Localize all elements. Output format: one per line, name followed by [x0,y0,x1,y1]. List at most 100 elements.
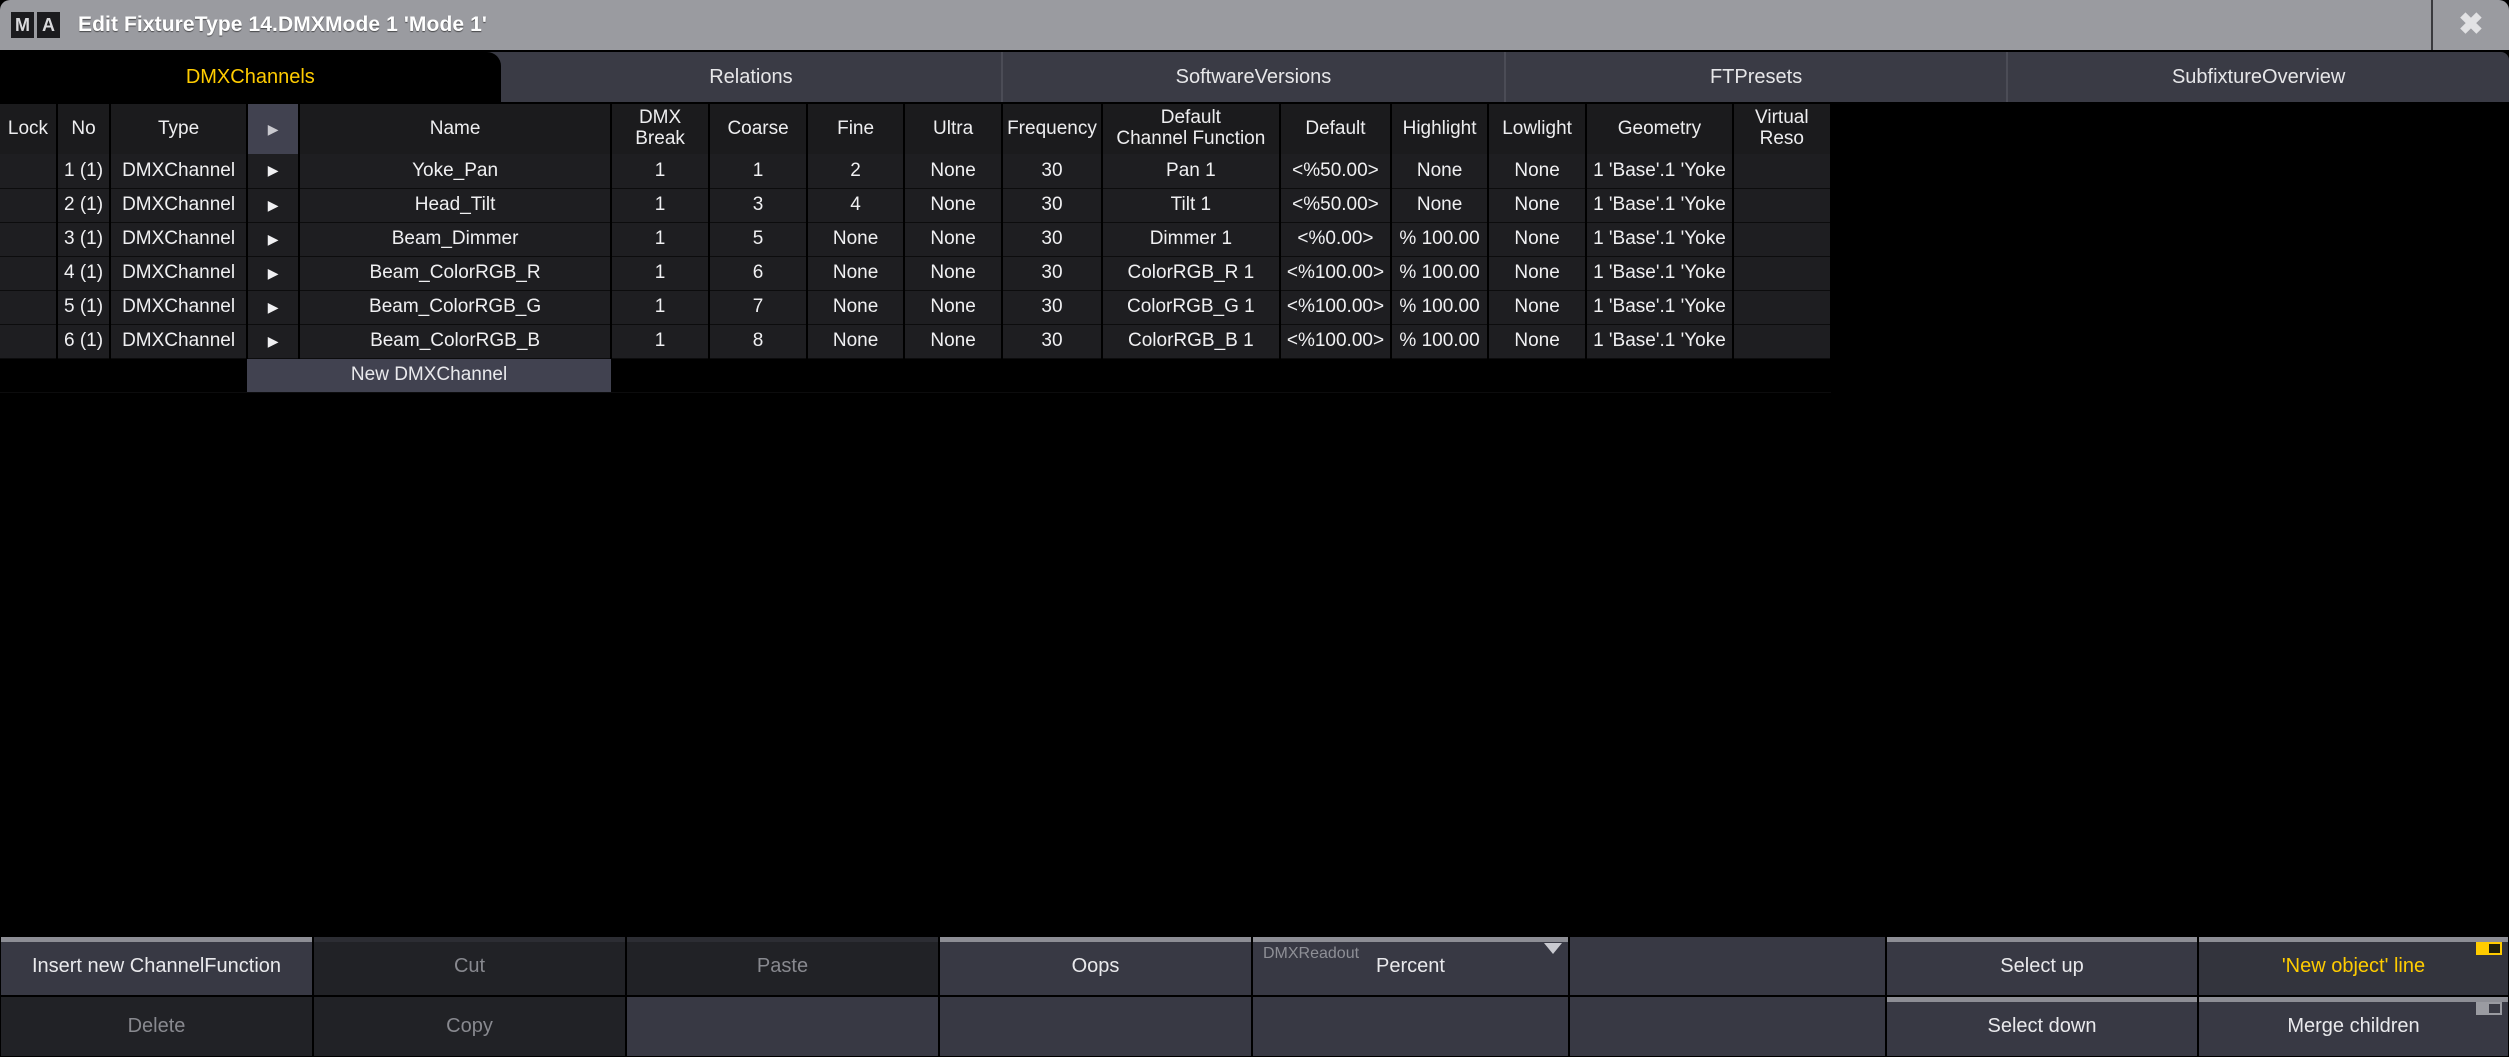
cell-expand-arrow-icon[interactable]: ▶ [247,222,299,256]
cell-geometry[interactable]: 1 'Base'.1 'Yoke [1586,290,1733,324]
cell-frequency[interactable]: 30 [1002,188,1102,222]
cell-ultra[interactable]: None [904,188,1002,222]
cell-default-channel-function[interactable]: ColorRGB_R 1 [1102,256,1280,290]
toggle-on-indicator[interactable] [2476,942,2502,955]
cell-type[interactable]: DMXChannel [110,154,247,188]
header-dmx-break[interactable]: DMX Break [611,104,709,154]
cell-virtual-resolution[interactable] [1733,222,1831,256]
cell-expand-arrow-icon[interactable]: ▶ [247,324,299,358]
cell-geometry[interactable]: 1 'Base'.1 'Yoke [1586,154,1733,188]
cell-dmx-break[interactable]: 1 [611,256,709,290]
cell-lock[interactable] [0,256,57,290]
cell-default[interactable]: <%100.00> [1280,324,1391,358]
header-fine[interactable]: Fine [807,104,904,154]
cell-default-channel-function[interactable]: ColorRGB_G 1 [1102,290,1280,324]
cell-lowlight[interactable]: None [1488,256,1586,290]
cell-no[interactable]: 3 (1) [57,222,110,256]
cell-name[interactable]: Beam_ColorRGB_B [299,324,611,358]
cell-geometry[interactable]: 1 'Base'.1 'Yoke [1586,256,1733,290]
cell-no[interactable]: 4 (1) [57,256,110,290]
cell-geometry[interactable]: 1 'Base'.1 'Yoke [1586,188,1733,222]
cell-fine[interactable]: None [807,290,904,324]
cell-default-channel-function[interactable]: ColorRGB_B 1 [1102,324,1280,358]
table-row[interactable]: 2 (1) DMXChannel ▶ Head_Tilt 1 3 4 None … [0,188,1831,222]
cell-default[interactable]: <%100.00> [1280,290,1391,324]
cell-default[interactable]: <%100.00> [1280,256,1391,290]
cell-lock[interactable] [0,188,57,222]
table-row[interactable]: 4 (1) DMXChannel ▶ Beam_ColorRGB_R 1 6 N… [0,256,1831,290]
new-dmxchannel-button[interactable]: New DMXChannel [247,358,611,392]
cell-geometry[interactable]: 1 'Base'.1 'Yoke [1586,222,1733,256]
cell-virtual-resolution[interactable] [1733,290,1831,324]
header-geometry[interactable]: Geometry [1586,104,1733,154]
table-row[interactable]: 1 (1) DMXChannel ▶ Yoke_Pan 1 1 2 None 3… [0,154,1831,188]
select-down-button[interactable]: Select down [1886,996,2198,1057]
header-default-channel-function[interactable]: Default Channel Function [1102,104,1280,154]
cell-highlight[interactable]: % 100.00 [1391,222,1488,256]
cell-ultra[interactable]: None [904,324,1002,358]
header-highlight[interactable]: Highlight [1391,104,1488,154]
header-lock[interactable]: Lock [0,104,57,154]
cell-lowlight[interactable]: None [1488,154,1586,188]
dmxreadout-dropdown[interactable]: DMXReadout Percent [1252,936,1569,996]
cell-default-channel-function[interactable]: Tilt 1 [1102,188,1280,222]
cell-expand-arrow-icon[interactable]: ▶ [247,188,299,222]
chevron-down-icon[interactable] [1544,943,1562,954]
header-name[interactable]: Name [299,104,611,154]
cell-type[interactable]: DMXChannel [110,290,247,324]
cell-lock[interactable] [0,290,57,324]
cell-lock[interactable] [0,222,57,256]
header-expand-arrow-icon[interactable]: ▶ [247,104,299,154]
header-coarse[interactable]: Coarse [709,104,807,154]
cell-dmx-break[interactable]: 1 [611,188,709,222]
cut-button[interactable]: Cut [313,936,626,996]
cell-lowlight[interactable]: None [1488,290,1586,324]
cell-dmx-break[interactable]: 1 [611,290,709,324]
cell-no[interactable]: 5 (1) [57,290,110,324]
cell-frequency[interactable]: 30 [1002,222,1102,256]
cell-frequency[interactable]: 30 [1002,154,1102,188]
cell-fine[interactable]: 4 [807,188,904,222]
cell-default[interactable]: <%50.00> [1280,154,1391,188]
cell-lowlight[interactable]: None [1488,324,1586,358]
cell-frequency[interactable]: 30 [1002,256,1102,290]
cell-lock[interactable] [0,154,57,188]
cell-frequency[interactable]: 30 [1002,290,1102,324]
cell-highlight[interactable]: None [1391,154,1488,188]
copy-button[interactable]: Copy [313,996,626,1057]
cell-lock[interactable] [0,324,57,358]
cell-ultra[interactable]: None [904,222,1002,256]
tab-relations[interactable]: Relations [501,52,1002,102]
cell-expand-arrow-icon[interactable]: ▶ [247,290,299,324]
cell-ultra[interactable]: None [904,154,1002,188]
cell-geometry[interactable]: 1 'Base'.1 'Yoke [1586,324,1733,358]
table-row[interactable]: 3 (1) DMXChannel ▶ Beam_Dimmer 1 5 None … [0,222,1831,256]
header-virtual-resolution[interactable]: Virtual Reso [1733,104,1831,154]
cell-coarse[interactable]: 1 [709,154,807,188]
header-lowlight[interactable]: Lowlight [1488,104,1586,154]
cell-type[interactable]: DMXChannel [110,222,247,256]
merge-children-toggle[interactable]: Merge children [2198,996,2509,1057]
cell-no[interactable]: 1 (1) [57,154,110,188]
cell-name[interactable]: Beam_Dimmer [299,222,611,256]
toggle-off-indicator[interactable] [2476,1002,2502,1015]
select-up-button[interactable]: Select up [1886,936,2198,996]
cell-expand-arrow-icon[interactable]: ▶ [247,256,299,290]
cell-dmx-break[interactable]: 1 [611,222,709,256]
cell-lowlight[interactable]: None [1488,222,1586,256]
cell-virtual-resolution[interactable] [1733,256,1831,290]
cell-highlight[interactable]: None [1391,188,1488,222]
cell-type[interactable]: DMXChannel [110,324,247,358]
cell-coarse[interactable]: 5 [709,222,807,256]
cell-name[interactable]: Beam_ColorRGB_G [299,290,611,324]
table-row[interactable]: 6 (1) DMXChannel ▶ Beam_ColorRGB_B 1 8 N… [0,324,1831,358]
cell-expand-arrow-icon[interactable]: ▶ [247,154,299,188]
oops-button[interactable]: Oops [939,936,1252,996]
cell-fine[interactable]: 2 [807,154,904,188]
cell-coarse[interactable]: 7 [709,290,807,324]
cell-coarse[interactable]: 8 [709,324,807,358]
header-default[interactable]: Default [1280,104,1391,154]
insert-new-channelfunction-button[interactable]: Insert new ChannelFunction [0,936,313,996]
cell-highlight[interactable]: % 100.00 [1391,256,1488,290]
cell-default[interactable]: <%50.00> [1280,188,1391,222]
